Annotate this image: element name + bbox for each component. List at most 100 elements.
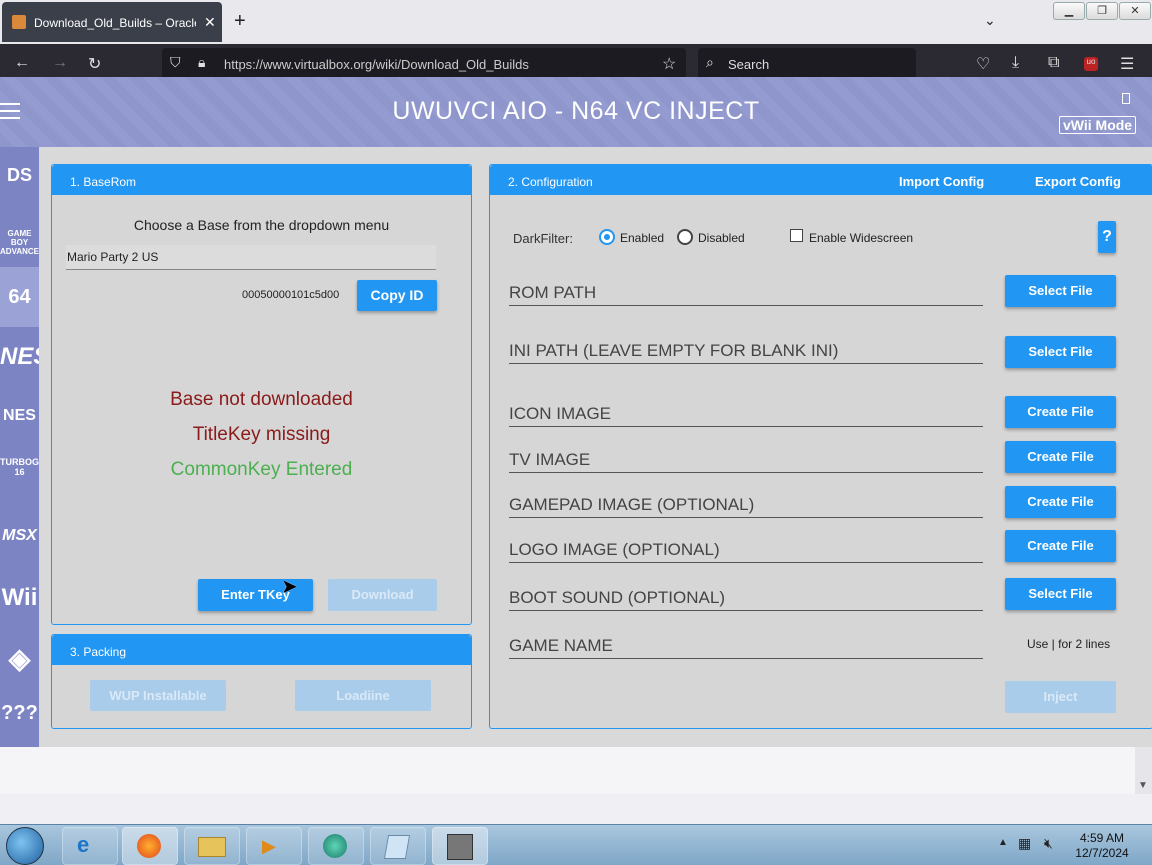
search-icon: ⌕	[706, 54, 714, 70]
commonkey-status: CommonKey Entered	[170, 459, 353, 480]
lock-icon[interactable]: 🔒︎	[198, 54, 205, 71]
rom-select-file-button[interactable]: Select File	[1005, 275, 1116, 307]
enabled-label: Enabled	[620, 231, 665, 245]
darkfilter-disabled-radio[interactable]	[677, 229, 693, 245]
system-clock[interactable]: 4:59 AM 12/7/2024	[1072, 831, 1132, 861]
n64-console-icon[interactable]: 64	[0, 267, 39, 327]
darkfilter-label: DarkFilter:	[513, 231, 573, 246]
close-tab-icon[interactable]: ✕	[204, 14, 216, 31]
rom-path-field[interactable]: ROM PATH	[509, 283, 983, 306]
base-dropdown[interactable]: Mario Party 2 US	[66, 245, 436, 270]
minimize-icon[interactable]: ▁	[1053, 2, 1085, 20]
bookmark-star-icon[interactable]: ☆	[662, 54, 676, 74]
ds-console-icon[interactable]: DS	[0, 165, 39, 186]
ini-select-file-button[interactable]: Select File	[1005, 336, 1116, 368]
shield-icon[interactable]: ⛉	[170, 54, 181, 71]
download-button[interactable]: Download	[328, 579, 437, 611]
baserom-header: 1. BaseRom	[52, 165, 471, 195]
download-icon[interactable]: ⤓	[1012, 54, 1019, 72]
notepad-icon[interactable]	[370, 827, 426, 865]
copy-id-button[interactable]: Copy ID	[357, 280, 437, 311]
page-footer-area	[0, 747, 1135, 794]
msx-console-icon[interactable]: MSX	[0, 527, 39, 545]
loadiine-button[interactable]: Loadiine	[295, 680, 431, 711]
url-text[interactable]: https://www.virtualbox.org/wiki/Download…	[224, 57, 529, 72]
tv-create-file-button[interactable]: Create File	[1005, 441, 1116, 473]
media-player-icon[interactable]: ▶	[246, 827, 302, 865]
other-console-icon[interactable]: ???	[0, 702, 39, 725]
gamepad-create-file-button[interactable]: Create File	[1005, 486, 1116, 518]
widescreen-label: Enable Widescreen	[809, 231, 914, 245]
base-dropdown-value: Mario Party 2 US	[67, 250, 159, 264]
vwii-mode-toggle[interactable]: vWii Mode	[1059, 116, 1137, 134]
clock-date: 12/7/2024	[1075, 846, 1129, 860]
icon-image-field[interactable]: ICON IMAGE	[509, 404, 983, 427]
browser-tab[interactable]: Download_Old_Builds – Oracle VM VirtualB…	[2, 2, 222, 42]
icon-create-file-button[interactable]: Create File	[1005, 396, 1116, 428]
logo-image-field[interactable]: LOGO IMAGE (OPTIONAL)	[509, 540, 983, 563]
new-tab-icon[interactable]: +	[234, 10, 246, 33]
wii-console-icon[interactable]: Wii	[0, 584, 39, 612]
gba-console-icon[interactable]: GAME BOY ADVANCE	[0, 229, 39, 256]
tg16-console-icon[interactable]: TURBOGRAFX-16	[0, 457, 67, 477]
menu-icon[interactable]: ☰	[1120, 54, 1134, 74]
browser-tab-bar: Download_Old_Builds – Oracle VM VirtualB…	[0, 0, 1152, 44]
inject-button[interactable]: Inject	[1005, 681, 1116, 713]
tray-arrow-icon[interactable]: ▲	[998, 837, 1008, 848]
gamecube-console-icon[interactable]: ◈	[0, 642, 39, 675]
widescreen-checkbox[interactable]	[790, 229, 803, 242]
boot-sound-field[interactable]: BOOT SOUND (OPTIONAL)	[509, 588, 983, 611]
extensions-icon[interactable]: ⧉	[1048, 54, 1059, 72]
app-icon[interactable]	[308, 827, 364, 865]
import-config-button[interactable]: Import Config	[899, 165, 984, 199]
configuration-title: 2. Configuration	[508, 175, 593, 189]
darkfilter-enabled-radio[interactable]	[599, 229, 615, 245]
packing-header: 3. Packing	[52, 635, 471, 665]
back-arrow-icon[interactable]: ←	[14, 54, 30, 72]
firefox-icon[interactable]	[122, 827, 178, 865]
nes-console-icon[interactable]: NES	[0, 343, 49, 371]
base-status: Base not downloaded	[170, 389, 353, 410]
pocket-icon[interactable]: ♡	[976, 54, 990, 74]
ini-path-field[interactable]: INI PATH (LEAVE EMPTY FOR BLANK INI)	[509, 341, 983, 364]
export-config-button[interactable]: Export Config	[1035, 165, 1121, 199]
tv-image-field[interactable]: TV IMAGE	[509, 450, 983, 473]
chevron-down-icon[interactable]: ⌄	[984, 12, 996, 29]
search-placeholder[interactable]: Search	[728, 57, 769, 72]
window-toggle-icon[interactable]	[1122, 93, 1130, 104]
baserom-panel: 1. BaseRom Choose a Base from the dropdo…	[51, 164, 472, 625]
tab-title: Download_Old_Builds – Oracle VM VirtualB…	[34, 16, 196, 30]
disabled-label: Disabled	[698, 231, 745, 245]
ublock-icon[interactable]: uo	[1084, 57, 1098, 71]
wup-installable-button[interactable]: WUP Installable	[90, 680, 226, 711]
content-area: 1. BaseRom Choose a Base from the dropdo…	[39, 147, 1152, 747]
scroll-down-icon[interactable]: ▼	[1138, 780, 1148, 791]
mouse-cursor-icon: ➤	[281, 576, 298, 598]
forward-arrow-icon[interactable]: →	[52, 54, 68, 72]
file-explorer-icon[interactable]	[184, 827, 240, 865]
clock-time: 4:59 AM	[1079, 831, 1125, 845]
game-name-hint: Use | for 2 lines	[1027, 637, 1111, 651]
help-button[interactable]: ?	[1098, 221, 1116, 253]
network-icon[interactable]: ▦	[1018, 835, 1031, 852]
virtualbox-favicon-icon	[12, 15, 26, 29]
uwuvci-taskbar-icon[interactable]	[432, 827, 488, 865]
console-sidebar: DS GAME BOY ADVANCE 64 NES NES TURBOGRAF…	[0, 147, 67, 747]
restore-icon[interactable]: ❐	[1086, 2, 1118, 20]
game-name-field[interactable]: GAME NAME	[509, 636, 983, 659]
reload-icon[interactable]: ↻	[88, 54, 101, 74]
configuration-header: 2. Configuration Import Config Export Co…	[490, 165, 1152, 195]
configuration-panel: 2. Configuration Import Config Export Co…	[489, 164, 1152, 729]
internet-explorer-icon[interactable]: e	[62, 827, 118, 865]
snes-console-icon[interactable]: NES	[0, 407, 39, 425]
packing-panel: 3. Packing WUP Installable Loadiine	[51, 634, 472, 729]
start-button[interactable]	[6, 827, 44, 865]
gamepad-image-field[interactable]: GAMEPAD IMAGE (OPTIONAL)	[509, 495, 983, 518]
scrollbar[interactable]: ▼	[1135, 747, 1152, 794]
app-title: UWUVCI AIO - N64 VC INJECT	[392, 97, 760, 125]
close-window-icon[interactable]: ✕	[1119, 2, 1151, 20]
titlekey-status: TitleKey missing	[192, 424, 331, 445]
boot-sound-select-file-button[interactable]: Select File	[1005, 578, 1116, 610]
volume-muted-icon[interactable]: 🔇︎	[1044, 835, 1053, 852]
logo-create-file-button[interactable]: Create File	[1005, 530, 1116, 562]
